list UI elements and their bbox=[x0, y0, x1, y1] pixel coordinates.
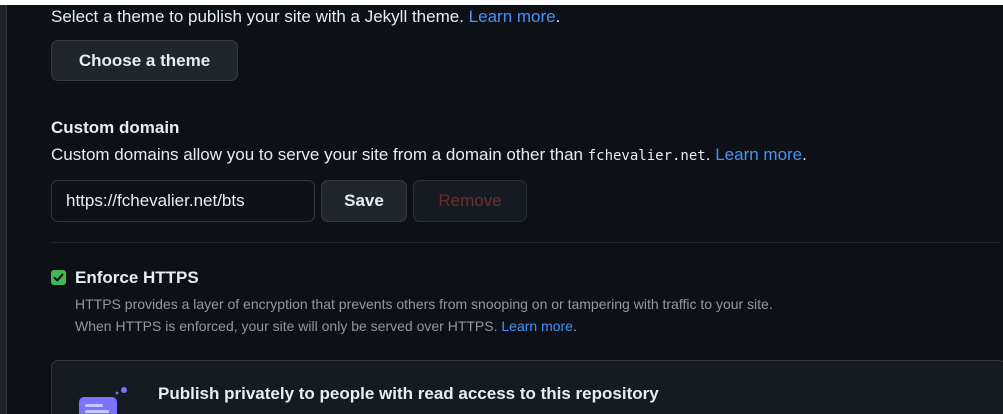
enforce-https-description: HTTPS provides a layer of encryption tha… bbox=[75, 293, 773, 337]
enforce-https-description-line2: When HTTPS is enforced, your site will o… bbox=[75, 315, 773, 337]
enforce-https-label[interactable]: Enforce HTTPS bbox=[75, 267, 199, 289]
remove-button[interactable]: Remove bbox=[413, 180, 527, 222]
default-domain-code: fchevalier.net bbox=[587, 148, 706, 164]
custom-domain-heading: Custom domain bbox=[51, 118, 180, 137]
choose-theme-button[interactable]: Choose a theme bbox=[51, 40, 238, 81]
enforce-https-description-line1: HTTPS provides a layer of encryption tha… bbox=[75, 296, 773, 312]
theme-learn-more-link[interactable]: Learn more bbox=[469, 7, 556, 26]
custom-domain-period: . bbox=[802, 145, 807, 164]
sidebar-border bbox=[6, 5, 7, 414]
custom-domain-description-text: Custom domains allow you to serve your s… bbox=[51, 145, 583, 164]
private-publish-title: Publish privately to people with read ac… bbox=[158, 384, 659, 403]
checkmark-icon bbox=[53, 273, 64, 282]
private-publish-panel: Publish privately to people with read ac… bbox=[51, 360, 1003, 414]
theme-description: Select a theme to publish your site with… bbox=[51, 6, 560, 28]
enforce-https-period: . bbox=[572, 318, 577, 334]
custom-domain-learn-more-link[interactable]: Learn more bbox=[715, 145, 802, 164]
custom-domain-description-suffix: . bbox=[705, 145, 711, 164]
save-button[interactable]: Save bbox=[321, 180, 407, 222]
enforce-https-description-line2-text: When HTTPS is enforced, your site will o… bbox=[75, 318, 498, 334]
theme-description-period: . bbox=[555, 7, 561, 26]
theme-description-text: Select a theme to publish your site with… bbox=[51, 7, 464, 26]
enforce-https-checkbox[interactable] bbox=[51, 270, 66, 285]
custom-domain-input[interactable]: https://fchevalier.net/bts bbox=[51, 180, 315, 222]
custom-domain-description: Custom domains allow you to serve your s… bbox=[51, 144, 807, 167]
section-divider bbox=[51, 242, 1001, 243]
github-pages-settings: Select a theme to publish your site with… bbox=[0, 0, 1003, 414]
top-edge bbox=[0, 0, 1003, 5]
enforce-https-learn-more-link[interactable]: Learn more bbox=[501, 318, 573, 334]
private-pages-icon bbox=[79, 387, 127, 414]
